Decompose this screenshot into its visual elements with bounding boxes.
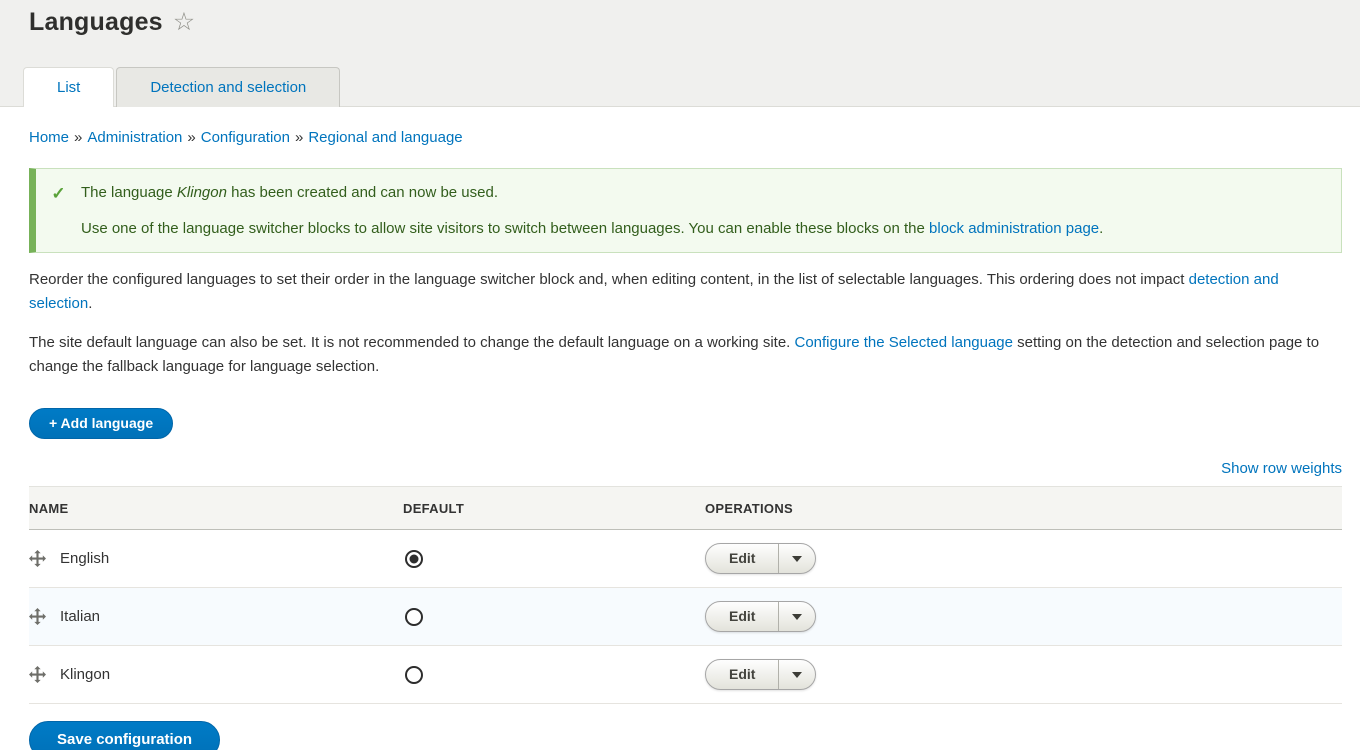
caret-down-icon [792,556,802,562]
show-row-weights-link[interactable]: Show row weights [29,460,1342,477]
languages-table: NAME DEFAULT OPERATIONS English [29,486,1342,704]
language-name: Italian [60,608,100,625]
default-language-radio[interactable] [405,550,423,568]
language-name: English [60,550,109,567]
edit-button[interactable]: Edit [706,660,778,689]
breadcrumb-configuration[interactable]: Configuration [201,129,290,146]
page-title: Languages [29,8,163,37]
edit-button[interactable]: Edit [706,544,778,573]
breadcrumb-regional-and-language[interactable]: Regional and language [308,129,462,146]
breadcrumb-separator: » [74,129,82,146]
edit-dropdown-toggle[interactable] [778,660,815,689]
title-row: Languages ☆ [0,0,1360,37]
edit-split-button: Edit [705,543,816,574]
edit-split-button: Edit [705,659,816,690]
primary-tabs: List Detection and selection [23,67,340,107]
language-name-emphasis: Klingon [177,184,227,201]
tab-list[interactable]: List [23,67,114,107]
table-header-row: NAME DEFAULT OPERATIONS [29,487,1342,530]
column-header-default: DEFAULT [403,487,705,530]
column-header-operations: OPERATIONS [705,487,1342,530]
breadcrumb-administration[interactable]: Administration [87,129,182,146]
edit-split-button: Edit [705,601,816,632]
checkmark-icon: ✓ [51,184,65,203]
edit-dropdown-toggle[interactable] [778,602,815,631]
bookmark-star-icon[interactable]: ☆ [173,10,195,35]
drag-handle-icon[interactable] [29,550,46,567]
status-message-text: The language Klingon has been created an… [81,183,1103,238]
default-language-paragraph: The site default language can also be se… [29,331,1342,379]
edit-button[interactable]: Edit [706,602,778,631]
breadcrumb: Home » Administration » Configuration » Region… [29,129,1342,146]
main-content: Home » Administration » Configuration » Region… [0,129,1360,750]
status-line-2: Use one of the language switcher blocks … [81,219,1103,238]
table-row-italian: Italian Edit [29,588,1342,646]
block-administration-page-link[interactable]: block administration page [929,220,1099,237]
intro-text: Reorder the configured languages to set … [29,268,1342,379]
default-language-radio[interactable] [405,666,423,684]
configure-selected-language-link[interactable]: Configure the Selected language [795,334,1014,351]
breadcrumb-separator: » [187,129,195,146]
breadcrumb-separator: » [295,129,303,146]
edit-dropdown-toggle[interactable] [778,544,815,573]
save-configuration-button[interactable]: Save configuration [29,721,220,750]
default-language-radio[interactable] [405,608,423,626]
status-icon-column: ✓ [36,183,81,238]
add-language-button[interactable]: + Add language [29,408,173,439]
column-header-name: NAME [29,487,403,530]
language-name: Klingon [60,666,110,683]
drag-handle-icon[interactable] [29,666,46,683]
table-row-english: English Edit [29,530,1342,588]
tab-detection-and-selection[interactable]: Detection and selection [116,67,340,107]
reorder-paragraph: Reorder the configured languages to set … [29,268,1342,316]
caret-down-icon [792,614,802,620]
drag-handle-icon[interactable] [29,608,46,625]
status-message: ✓ The language Klingon has been created … [29,168,1342,253]
table-row-klingon: Klingon Edit [29,646,1342,704]
page-header: Languages ☆ List Detection and selection [0,0,1360,107]
status-line-1: The language Klingon has been created an… [81,183,1103,202]
caret-down-icon [792,672,802,678]
breadcrumb-home[interactable]: Home [29,129,69,146]
